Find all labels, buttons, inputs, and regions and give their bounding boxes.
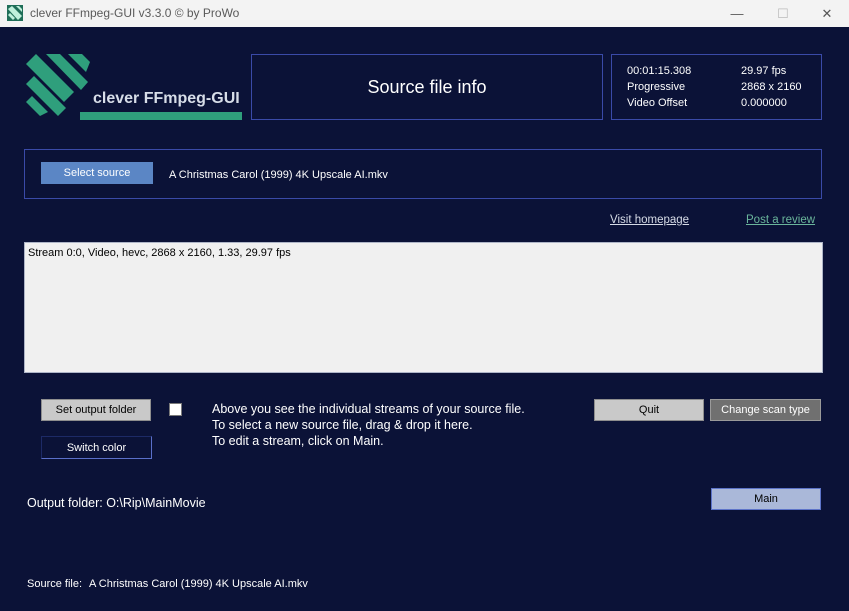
help-text-line-3: To edit a stream, click on Main. — [212, 434, 384, 448]
resolution-value: 2868 x 2160 — [741, 81, 802, 93]
source-panel: Select source A Christmas Carol (1999) 4… — [24, 149, 822, 199]
switch-color-button[interactable]: Switch color — [41, 436, 152, 459]
file-info-panel: 00:01:15.308 29.97 fps Progressive 2868 … — [611, 54, 822, 120]
section-title: Source file info — [367, 76, 487, 97]
source-file-name: A Christmas Carol (1999) 4K Upscale AI.m… — [169, 169, 388, 181]
app-logo-icon — [7, 5, 23, 21]
list-item[interactable]: Stream 0:0, Video, hevc, 2868 x 2160, 1.… — [28, 247, 819, 259]
close-button[interactable]: ✕ — [804, 0, 849, 27]
window-title: clever FFmpeg-GUI v3.3.0 © by ProWo — [30, 6, 240, 20]
section-title-box: Source file info — [251, 54, 603, 120]
help-text-line-2: To select a new source file, drag & drop… — [212, 418, 473, 432]
title-bar: clever FFmpeg-GUI v3.3.0 © by ProWo — ☐ … — [0, 0, 849, 27]
post-review-link[interactable]: Post a review — [746, 214, 815, 226]
logo-text: clever FFmpeg-GUI — [93, 90, 240, 107]
option-checkbox[interactable] — [169, 403, 182, 416]
streams-list[interactable]: Stream 0:0, Video, hevc, 2868 x 2160, 1.… — [24, 242, 823, 373]
help-text-line-1: Above you see the individual streams of … — [212, 402, 525, 416]
duration-value: 00:01:15.308 — [627, 65, 692, 77]
footer-source-value: A Christmas Carol (1999) 4K Upscale AI.m… — [89, 578, 308, 590]
visit-homepage-link[interactable]: Visit homepage — [610, 214, 689, 226]
set-output-folder-button[interactable]: Set output folder — [41, 399, 151, 421]
output-folder-text: Output folder: O:\Rip\MainMovie — [27, 496, 206, 510]
select-source-button[interactable]: Select source — [41, 162, 153, 184]
maximize-icon: ☐ — [777, 5, 789, 21]
main-button[interactable]: Main — [711, 488, 821, 510]
quit-button[interactable]: Quit — [594, 399, 704, 421]
app-logo: clever FFmpeg-GUI — [26, 54, 242, 120]
footer-source-label: Source file: — [27, 578, 83, 590]
change-scan-type-button[interactable]: Change scan type — [710, 399, 821, 421]
close-icon: ✕ — [821, 5, 833, 21]
scan-type-value: Progressive — [627, 81, 686, 93]
logo-mark-icon — [26, 54, 242, 120]
video-offset-label: Video Offset — [627, 97, 688, 109]
minimize-icon: — — [730, 6, 744, 21]
minimize-button[interactable]: — — [714, 0, 760, 27]
video-offset-value: 0.000000 — [741, 97, 787, 109]
fps-value: 29.97 fps — [741, 65, 787, 77]
maximize-button[interactable]: ☐ — [760, 0, 806, 27]
